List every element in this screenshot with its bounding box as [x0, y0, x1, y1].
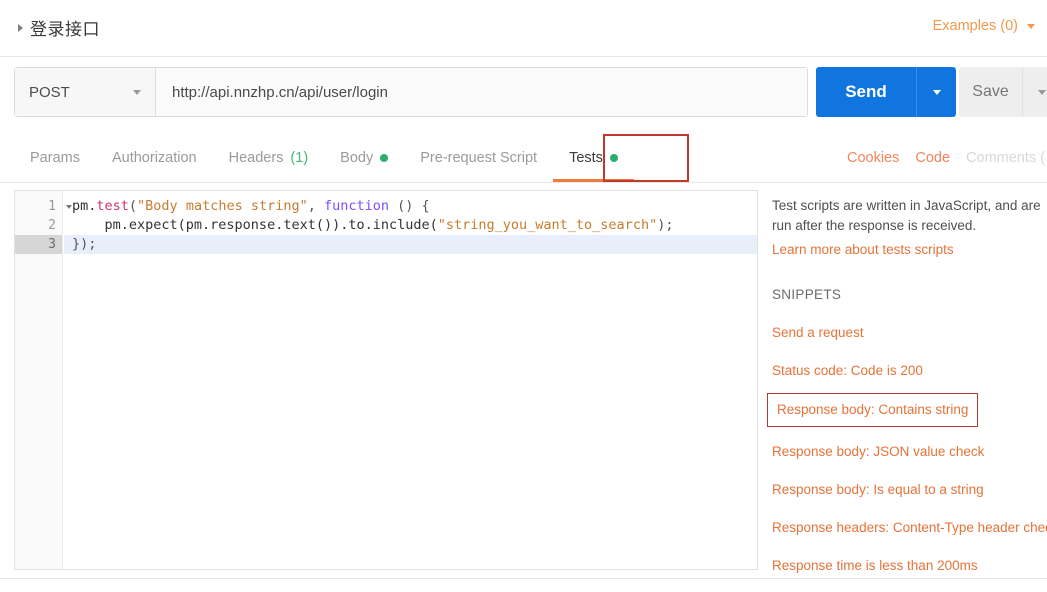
code-token: , [307, 198, 324, 214]
snippet-item[interactable]: Response body: Contains string [767, 393, 979, 427]
tab-label: Params [30, 149, 80, 166]
request-tabs-bar: Params Authorization Headers (1) Body Pre-req… [0, 133, 1047, 183]
line-number-list: 1 2 3 [15, 191, 72, 254]
tab-status-dot-icon [609, 153, 618, 162]
chevron-down-icon[interactable] [133, 89, 141, 95]
http-method-label: POST [29, 83, 70, 101]
snippet-row: Response time is less than 200ms [772, 558, 1047, 573]
tab-label: Authorization [111, 149, 197, 166]
save-button[interactable]: Save [959, 67, 1022, 117]
send-options-button[interactable] [916, 67, 956, 117]
cookies-link[interactable]: Cookies [847, 150, 899, 166]
editor-code-area[interactable]: pm.test("Body matches string", function … [64, 191, 757, 569]
examples-group[interactable]: Examples (0) [933, 18, 1035, 34]
tests-sidebar: Test scripts are written in JavaScript, … [767, 196, 1047, 573]
tests-script-editor[interactable]: 1 2 3 pm.test("Body matches string", funct… [14, 190, 758, 570]
code-token: pm. [72, 198, 97, 214]
code-token: function [324, 198, 390, 214]
footer-area [0, 579, 1047, 592]
snippet-item[interactable]: Response headers: Content-Type header ch… [772, 520, 1047, 535]
line-number: 1 [15, 197, 72, 216]
http-method-select[interactable]: POST [15, 68, 156, 116]
request-tools-links: Cookies Code Comments ( [847, 133, 1047, 182]
code-line[interactable]: }); [64, 235, 757, 254]
tab-headers[interactable]: Headers (1) [213, 133, 325, 182]
snippet-row: Status code: Code is 200 [772, 363, 1047, 378]
tab-label: Body [340, 149, 374, 166]
snippet-row: Response body: Is equal to a string [772, 482, 1047, 497]
code-token: "Body matches string" [137, 198, 308, 214]
line-number: 3 [15, 235, 62, 254]
snippet-item[interactable]: Send a request [772, 325, 1047, 340]
tab-body[interactable]: Body [324, 133, 404, 182]
code-token: test [96, 198, 129, 214]
examples-link[interactable]: Examples (0) [933, 18, 1018, 34]
tab-tests[interactable]: Tests [553, 133, 634, 182]
chevron-down-icon [1038, 89, 1046, 95]
line-number-value: 3 [48, 237, 56, 252]
save-button-group: Save [959, 67, 1047, 117]
snippets-heading: SNIPPETS [772, 287, 842, 302]
chevron-down-icon[interactable] [1027, 23, 1035, 29]
request-url-input[interactable]: http://api.nnzhp.cn/api/user/login [156, 68, 807, 116]
line-number: 2 [15, 216, 62, 235]
code-line[interactable]: pm.test("Body matches string", function … [64, 197, 757, 216]
snippet-list: Send a request Status code: Code is 200 Re… [767, 325, 1047, 573]
save-options-button[interactable] [1022, 67, 1047, 117]
snippet-row: Response headers: Content-Type header ch… [772, 520, 1047, 535]
tab-status-dot-icon [380, 153, 389, 162]
snippet-item[interactable]: Status code: Code is 200 [772, 363, 1047, 378]
snippet-row: Send a request [772, 325, 1047, 340]
request-title-group[interactable]: 登录接口 [18, 15, 100, 40]
send-button-group: Send [816, 67, 956, 117]
snippet-row: Response body: JSON value check [772, 444, 1047, 459]
tab-count-badge: (1) [290, 149, 309, 166]
request-header-bar: 登录接口 Examples (0) [0, 0, 1047, 57]
comments-link[interactable]: Comments ( [966, 150, 1045, 166]
snippet-item[interactable]: Response body: JSON value check [772, 444, 1047, 459]
tests-description: Test scripts are written in JavaScript, … [772, 198, 1041, 233]
send-button[interactable]: Send [816, 67, 916, 117]
tab-label: Tests [569, 149, 603, 166]
code-token: }); [72, 236, 97, 252]
editor-gutter: 1 2 3 [15, 191, 72, 569]
tab-authorization[interactable]: Authorization [96, 133, 213, 182]
code-token: ); [657, 217, 674, 233]
code-line[interactable]: pm.expect(pm.response.text()).to.include… [64, 216, 757, 235]
code-token: "string_you_want_to_search" [437, 217, 658, 233]
request-tabs: Params Authorization Headers (1) Body Pre-req… [14, 133, 634, 182]
tab-label: Headers [228, 149, 284, 166]
code-token: ( [128, 198, 138, 214]
line-number-value: 2 [48, 218, 56, 233]
code-link[interactable]: Code [915, 150, 950, 166]
learn-more-link[interactable]: Learn more about tests scripts [772, 242, 1047, 257]
code-token: pm.expect(pm.response.text()).to.include… [72, 217, 438, 233]
snippet-row: Response body: Contains string [767, 378, 1047, 427]
code-line-list[interactable]: pm.test("Body matches string", function … [64, 191, 757, 254]
line-number-value: 1 [48, 199, 56, 214]
triangle-right-icon[interactable] [18, 23, 23, 32]
url-bar-row: POST http://api.nnzhp.cn/api/user/login … [0, 57, 1047, 130]
page-title: 登录接口 [30, 20, 100, 40]
tab-label: Pre-request Script [420, 149, 538, 166]
tab-pre-request-script[interactable]: Pre-request Script [404, 133, 553, 182]
chevron-down-icon [932, 89, 941, 95]
code-token: () { [389, 198, 430, 214]
url-input-group: POST http://api.nnzhp.cn/api/user/login [14, 67, 808, 117]
snippet-item[interactable]: Response body: Is equal to a string [772, 482, 1047, 497]
snippet-item[interactable]: Response time is less than 200ms [772, 558, 1047, 573]
tab-params[interactable]: Params [14, 133, 96, 182]
